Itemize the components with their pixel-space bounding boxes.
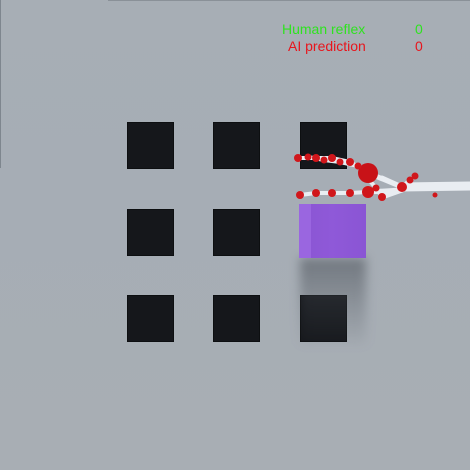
hand-joint (312, 189, 320, 197)
game-scene: Human reflex 0 AI prediction 0 (0, 0, 470, 470)
grid-cell-1-1 (127, 122, 174, 169)
hand-joint (320, 156, 328, 164)
hand-joint (312, 154, 320, 162)
grid-cell-1-2 (213, 122, 260, 169)
hand-forearm-bone (397, 181, 470, 192)
grid-cell-3-1 (127, 295, 174, 342)
hand-joint (346, 189, 354, 197)
ai-prediction-label: AI prediction (288, 38, 366, 54)
hand-joint (304, 153, 312, 161)
hand-joint (362, 186, 374, 198)
hand-joint (296, 191, 304, 199)
hand-joint (354, 162, 362, 170)
grid-cell-2-1 (127, 209, 174, 256)
hand-joint (328, 154, 336, 162)
hand-joint (336, 158, 344, 166)
grid-cell-2-2 (213, 209, 260, 256)
hand-joint (346, 158, 354, 166)
hand-joint (372, 184, 380, 192)
hand-joint (378, 193, 386, 201)
hand-joint (432, 192, 438, 198)
human-reflex-value: 0 (415, 21, 423, 37)
ai-prediction-value: 0 (415, 38, 423, 54)
grid-cell-3-2 (213, 295, 260, 342)
human-reflex-label: Human reflex (282, 21, 366, 37)
cube-shadow (300, 258, 366, 344)
horizon-line (108, 0, 470, 1)
hand-joint (411, 172, 419, 180)
hand-joint (294, 154, 302, 162)
hand-joint (328, 189, 336, 197)
wall-edge (0, 0, 1, 168)
skeleton-hand (294, 153, 470, 201)
hand-wrist-joint (397, 182, 407, 192)
